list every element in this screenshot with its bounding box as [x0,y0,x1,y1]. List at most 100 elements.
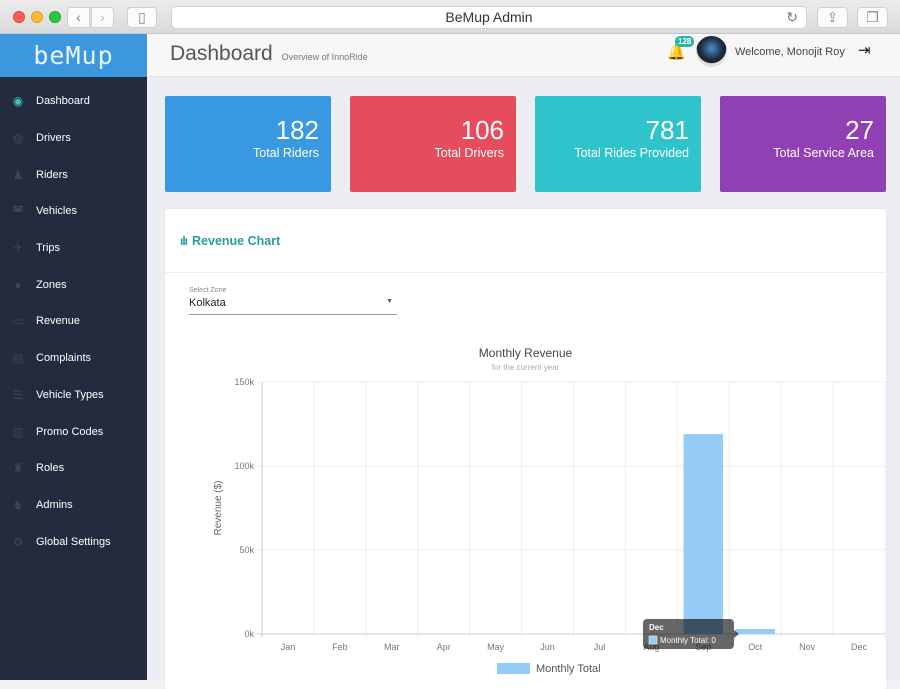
x-tick-label: Jun [540,642,555,652]
forward-button[interactable]: › [91,7,114,28]
sidebar-item-label: Roles [36,462,65,475]
promo-codes-icon: ▥ [12,424,24,439]
stat-card-total-rides-provided[interactable]: 781 Total Rides Provided [535,96,701,192]
y-tick-label: 150k [234,377,254,387]
vehicles-icon: ◚ [12,204,24,219]
stat-value: 106 [460,115,504,145]
sidebar-item-complaints[interactable]: ▤ Complaints [0,340,147,377]
logout-icon[interactable]: ⇥ [858,41,871,59]
dashboard-icon: ◉ [12,94,24,109]
share-icon: ⇪ [826,9,839,25]
riders-icon: ♟ [12,167,24,182]
sidebar-item-global-settings[interactable]: ⚙ Global Settings [0,523,147,560]
sidebar-item-label: Vehicle Types [36,388,104,401]
sidebar-item-label: Admins [36,498,73,511]
sidebar-item-riders[interactable]: ♟ Riders [0,156,147,193]
drivers-icon: ◍ [12,131,24,146]
welcome-text: Welcome, Monojit Roy [735,46,845,58]
sidebar-item-roles[interactable]: ♜ Roles [0,450,147,487]
maximize-window-button[interactable] [49,11,61,23]
x-tick-label: Oct [748,642,763,652]
sidebar-item-zones[interactable]: ● Zones [0,266,147,303]
y-axis-label: Revenue ($) [213,480,224,535]
page-title-text: Dashboard [170,42,273,65]
stat-card-total-drivers[interactable]: 106 Total Drivers [350,96,516,192]
avatar[interactable] [696,36,727,67]
notification-badge: 128 [675,36,695,47]
back-button[interactable]: ‹ [67,7,90,28]
browser-window: ‹ › ▯ BeMup Admin ↻ ⇪ ❐ beMup ◉ Dashboard… [0,0,900,689]
chevron-right-icon: › [100,9,105,25]
global-settings-icon: ⚙ [12,534,24,549]
x-tick-label: Jul [594,642,606,652]
sidebar-item-label: Trips [36,242,61,255]
x-tick-label: Mar [384,642,400,652]
x-tick-label: Nov [799,642,816,652]
chevron-left-icon: ‹ [76,9,81,25]
page-title: Dashboard Overview of InnoRide [170,42,368,66]
admins-icon: ♞ [12,497,24,512]
revenue-icon: ▭ [12,314,24,329]
y-tick-label: 50k [239,545,254,555]
stat-value: 27 [845,115,874,145]
tooltip-title: Dec [649,623,664,632]
y-tick-label: 0k [244,629,254,639]
sidebar-item-label: Complaints [36,352,92,365]
reload-icon[interactable]: ↻ [786,7,798,28]
stat-value: 182 [275,115,319,145]
minimize-window-button[interactable] [31,11,43,23]
share-button[interactable]: ⇪ [817,7,848,28]
sidebar-nav: ◉ Dashboard ◍ Drivers ♟ Riders ◚ Vehicles ✈ Trips… [0,77,147,560]
revenue-panel: ılı Revenue Chart Select Zone Kolkata ▼ … [165,209,886,689]
page-title-text: BeMup Admin [445,9,533,25]
vehicle-types-icon: ☰ [12,387,24,402]
sidebar-item-label: Drivers [36,132,71,145]
x-tick-label: Jan [281,642,296,652]
stat-label: Total Service Area [773,146,874,160]
tooltip-swatch [648,635,658,645]
x-tick-label: Apr [437,642,451,652]
browser-toolbar: ‹ › ▯ BeMup Admin ↻ ⇪ ❐ [0,0,900,34]
sidebar-item-label: Global Settings [36,535,111,548]
stat-card-total-service-area[interactable]: 27 Total Service Area [720,96,886,192]
revenue-chart: 0k 50k 100k 150k Revenue ($) Jan Feb Mar Apr May J… [213,377,886,675]
roles-icon: ♜ [12,461,24,476]
tooltip-text: Monthly Total: 0 [660,636,716,645]
address-bar[interactable]: BeMup Admin ↻ [171,6,807,29]
sidebar-item-label: Promo Codes [36,425,104,438]
stat-label: Total Drivers [434,146,504,160]
y-tick-label: 100k [234,461,254,471]
sidebar: beMup ◉ Dashboard ◍ Drivers ♟ Riders ◚ Vehicles… [0,34,147,680]
logo[interactable]: beMup [0,34,147,77]
x-tick-label: May [487,642,505,652]
x-tick-label: Dec [851,642,868,652]
sidebar-item-admins[interactable]: ♞ Admins [0,487,147,524]
sidebar-icon: ▯ [138,9,146,25]
trips-icon: ✈ [12,241,24,256]
sidebar-item-vehicles[interactable]: ◚ Vehicles [0,193,147,230]
sidebar-toggle-button[interactable]: ▯ [127,7,157,28]
close-window-button[interactable] [13,11,25,23]
legend-swatch [497,663,530,674]
zones-icon: ● [14,277,22,292]
x-tick-label: Feb [332,642,348,652]
sidebar-item-label: Revenue [36,315,81,328]
sidebar-item-label: Zones [36,278,67,291]
sidebar-item-drivers[interactable]: ◍ Drivers [0,120,147,157]
sidebar-item-dashboard[interactable]: ◉ Dashboard [0,83,147,120]
tabs-icon: ❐ [866,9,879,25]
stat-label: Total Riders [253,146,319,160]
page-subtitle: Overview of InnoRide [281,52,368,62]
stat-value: 781 [645,115,689,145]
sidebar-item-label: Vehicles [36,205,77,218]
sidebar-item-label: Riders [36,168,68,181]
bar-sep [683,434,724,634]
sidebar-item-promo-codes[interactable]: ▥ Promo Codes [0,413,147,450]
sidebar-item-revenue[interactable]: ▭ Revenue [0,303,147,340]
bar-oct [735,628,775,634]
sidebar-item-trips[interactable]: ✈ Trips [0,230,147,267]
stat-card-total-riders[interactable]: 182 Total Riders [165,96,331,192]
header: Dashboard Overview of InnoRide 🔔 128 Wel… [147,34,900,77]
tabs-button[interactable]: ❐ [857,7,888,28]
sidebar-item-vehicle-types[interactable]: ☰ Vehicle Types [0,377,147,414]
